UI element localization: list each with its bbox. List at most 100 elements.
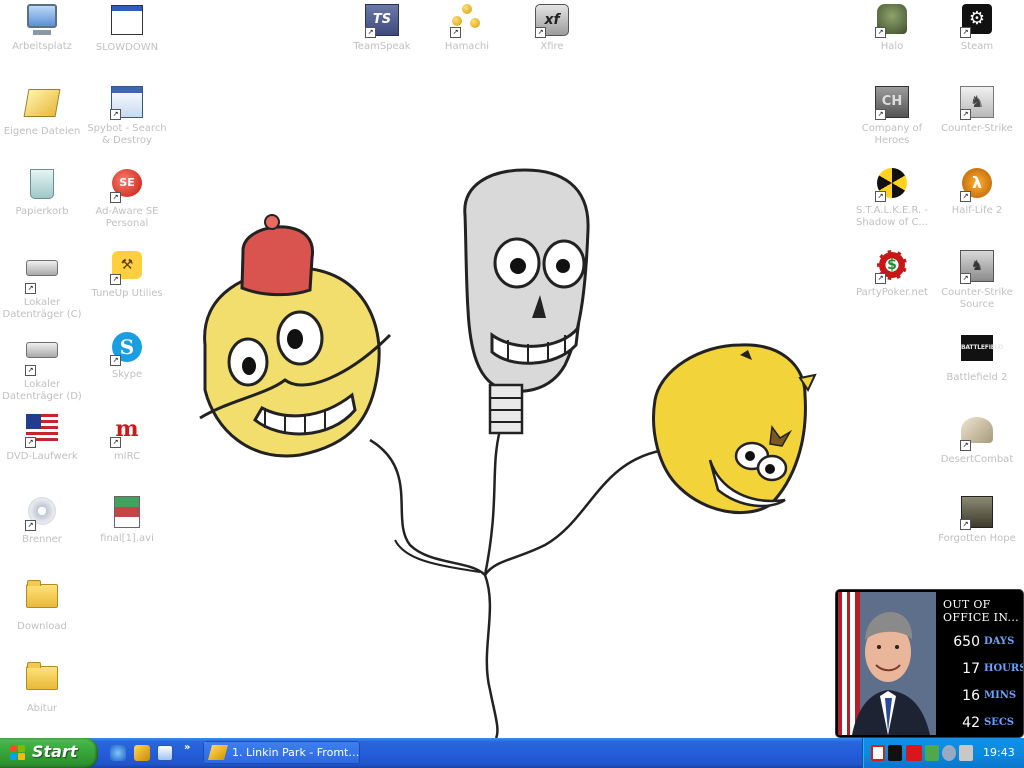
desktop-icon-label: Hamachi [444, 41, 490, 52]
desktop-icon[interactable]: m ↗ mIRC [85, 412, 169, 463]
desktop-icon[interactable]: ↗ Forgotten Hope [935, 494, 1019, 545]
desktop-icon[interactable]: ↗ Hamachi [425, 2, 509, 53]
desktop-icon[interactable]: ↗ Lokaler Datenträger (C) [0, 248, 84, 321]
desktop-icon[interactable]: Download [0, 576, 84, 633]
desktop-icon[interactable]: λ ↗ Half-Life 2 [935, 166, 1019, 217]
system-tray: 19:43 [862, 738, 1024, 768]
desktop-icon[interactable]: final[1].avi [85, 494, 169, 545]
my-documents-icon-art [23, 89, 61, 117]
stalker-radiation-icon: ↗ [875, 168, 909, 202]
desktop-icon-label: Brenner [22, 534, 62, 545]
avi-file-icon-art [114, 496, 140, 528]
ati-icon[interactable] [906, 745, 922, 761]
desktop-icon[interactable]: Arbeitsplatz [0, 2, 84, 53]
hard-drive-icon-art [26, 342, 58, 358]
recycle-bin-icon-art [30, 169, 54, 199]
desktop-icon-label: Half-Life 2 [951, 205, 1003, 216]
folder-icon-art [26, 580, 58, 608]
halo-icon: ↗ [875, 4, 909, 38]
desktop-icon[interactable]: Abitur [0, 658, 84, 715]
start-button[interactable]: Start [0, 738, 98, 768]
teamspeak-icon: TS ↗ [365, 4, 399, 38]
desktop-icon-label: Counter-Strike Source [941, 287, 1013, 310]
desktop-icon[interactable]: ↗ Halo [850, 2, 934, 53]
desertcombat-icon: ↗ [960, 417, 994, 451]
desktop-icon-label: Lokaler Datenträger (D) [2, 379, 82, 402]
tuneup-icon: ⚒ ↗ [110, 251, 144, 285]
desktop-icon[interactable]: Papierkorb [0, 166, 84, 218]
icon-glyph: ⚒ [120, 257, 134, 273]
desktop-icon[interactable]: $ ↗ PartyPoker.net [850, 248, 934, 299]
desktop-icon[interactable]: ♞ ↗ Counter-Strike [935, 84, 1019, 135]
hamachi-icon: ↗ [450, 4, 484, 38]
window-icon-art [111, 5, 143, 35]
desktop-icon[interactable]: ↗ DVD-Laufwerk [0, 412, 84, 463]
shortcut-arrow-icon: ↗ [25, 520, 36, 531]
network-icon[interactable] [925, 745, 939, 761]
desktop-icon[interactable]: ↗ DesertCombat [935, 412, 1019, 466]
hours-value: 17 [962, 661, 980, 677]
shortcut-arrow-icon: ↗ [365, 27, 376, 38]
antivir-icon[interactable] [871, 745, 885, 761]
widget-title: OUT OF OFFICE IN... [943, 598, 1019, 624]
shortcut-arrow-icon: ↗ [960, 27, 971, 38]
desktop-icon-label: Eigene Dateien [3, 126, 81, 137]
shortcut-arrow-icon: ↗ [875, 109, 886, 120]
counter-strike-icon: ♞ ↗ [960, 86, 994, 120]
taskbar-button-linkin-park[interactable]: 1. Linkin Park - Fromt… [203, 741, 360, 764]
shortcut-arrow-icon: ↗ [875, 191, 886, 202]
desktop-icon-label: Xfire [540, 41, 564, 52]
clock[interactable]: 19:43 [983, 746, 1015, 760]
folder-icon [25, 662, 59, 700]
icon-glyph: S [119, 335, 135, 359]
desktop[interactable]: OUT OF OFFICE IN... 650 DAYS 17 HOURS 16… [0, 0, 1024, 738]
shortcut-arrow-icon: ↗ [875, 27, 886, 38]
shortcut-arrow-icon: ↗ [110, 437, 121, 448]
desktop-icon[interactable]: ↗ Lokaler Datenträger (D) [0, 330, 84, 403]
my-documents-icon [23, 89, 61, 123]
desktop-icon[interactable]: xf ↗ Xfire [510, 2, 594, 53]
desktop-icon[interactable]: Eigene Dateien [0, 84, 84, 138]
portrait-photo [838, 592, 936, 735]
volume-icon[interactable] [959, 745, 973, 761]
desktop-icon[interactable]: SE ↗ Ad-Aware SE Personal [85, 166, 169, 230]
hamachi-tray-icon[interactable] [942, 745, 956, 761]
desktop-icon[interactable]: ♞ ↗ Counter-Strike Source [935, 248, 1019, 311]
internet-explorer-icon[interactable] [110, 745, 126, 761]
taskbar-button-label: 1. Linkin Park - Fromt… [232, 746, 360, 759]
icon-glyph: TS [372, 12, 392, 27]
hard-drive-icon-art [26, 260, 58, 276]
desktop-icon-label: Abitur [26, 703, 58, 714]
desktop-icon[interactable]: S ↗ Skype [85, 330, 169, 381]
desktop-icon[interactable]: SLOWDOWN [85, 2, 169, 54]
desktop-icon[interactable]: BATTLEFIELD Battlefield 2 [935, 330, 1019, 384]
window-icon [110, 5, 144, 39]
poker-chip-icon: $ ↗ [875, 250, 909, 284]
desktop-icon[interactable]: ↗ Spybot - Search & Destroy [85, 84, 169, 147]
my-computer-icon-art [27, 4, 57, 28]
steam-tray-icon[interactable] [888, 745, 902, 761]
folder-icon-art [26, 662, 58, 690]
quicklaunch-chevron-icon[interactable]: » [184, 742, 190, 753]
shortcut-arrow-icon: ↗ [960, 440, 971, 451]
days-unit: DAYS [984, 636, 1015, 647]
show-desktop-icon[interactable] [157, 745, 173, 761]
desktop-icon[interactable]: CH ↗ Company of Heroes [850, 84, 934, 147]
icon-glyph: ♞ [969, 92, 985, 111]
countdown-widget[interactable]: OUT OF OFFICE IN... 650 DAYS 17 HOURS 16… [835, 589, 1024, 738]
desktop-icon-label: Battlefield 2 [946, 372, 1008, 383]
desktop-icon[interactable]: ⚙ ↗ Steam [935, 2, 1019, 53]
desktop-icon[interactable]: ↗ S.T.A.L.K.E.R. - Shadow of C... [850, 166, 934, 229]
company-of-heroes-icon: CH ↗ [875, 86, 909, 120]
shortcut-arrow-icon: ↗ [25, 283, 36, 294]
forgotten-hope-icon: ↗ [960, 496, 994, 530]
icon-glyph: SE [119, 176, 135, 189]
desktop-icon[interactable]: TS ↗ TeamSpeak [340, 2, 424, 53]
recycle-bin-icon [25, 169, 59, 203]
secs-row: 42 SECS [942, 713, 1020, 733]
battlefield-2-icon-art: BATTLEFIELD [961, 335, 1003, 361]
desktop-icon[interactable]: ⚒ ↗ TuneUp Utilies [85, 248, 169, 300]
desktop-icon-label: Forgotten Hope [938, 533, 1016, 544]
desktop-icon[interactable]: ↗ Brenner [0, 494, 84, 546]
winamp-icon[interactable] [134, 745, 150, 761]
